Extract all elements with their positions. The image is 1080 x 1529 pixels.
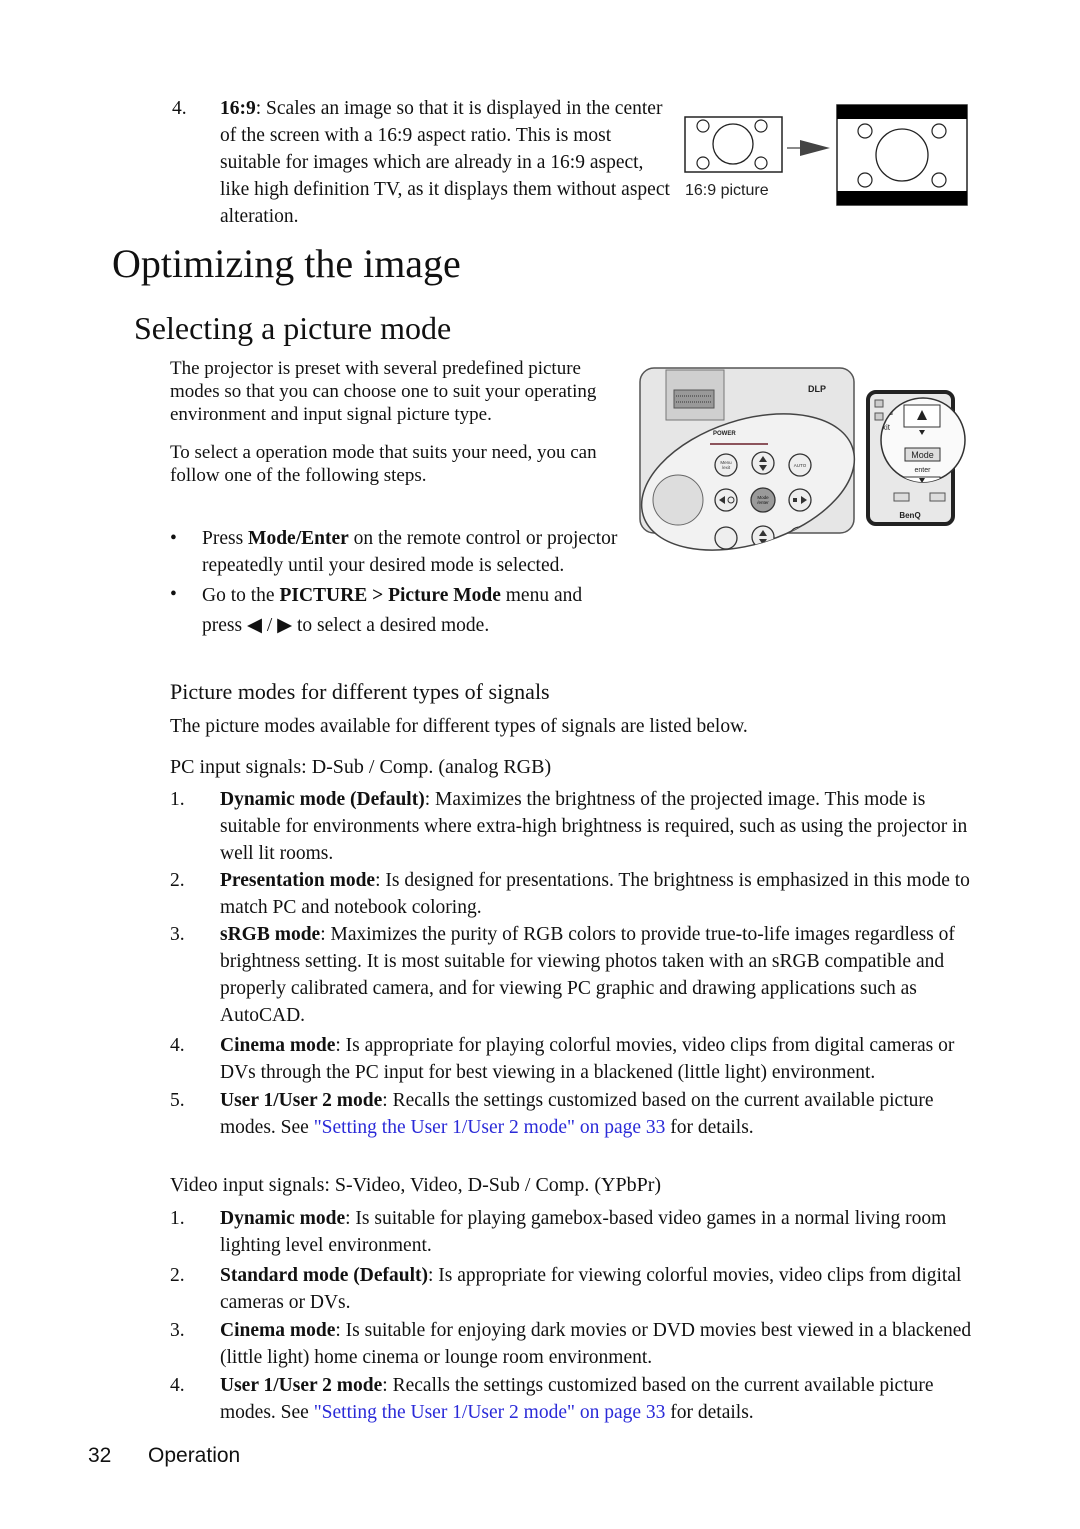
bullet-icon: • (170, 584, 177, 605)
right-button (788, 488, 812, 512)
projector-remote-illustration: DLP POWER Menu /exit AUTO Mode /enter SO… (638, 360, 983, 555)
section-heading: Selecting a picture mode (134, 310, 452, 346)
mode-name: Cinema mode (220, 1035, 336, 1056)
term-16-9: 16:9 (220, 98, 256, 119)
projector-illustration: DLP POWER Menu /exit AUTO Mode /enter SO… (639, 367, 966, 551)
video-signals-heading: Video input signals: S-Video, Video, D-S… (170, 1174, 662, 1196)
up-button (751, 451, 775, 475)
brand-logo: BenQ (899, 511, 920, 520)
list-item: 5. User 1/User 2 mode: Recalls the settin… (170, 1090, 934, 1138)
subsection-heading: Picture modes for different types of sig… (170, 679, 550, 704)
intro-text: The projector is preset with several pre… (170, 357, 610, 502)
list-item: 4. Cinema mode: Is appropriate for playin… (170, 1035, 955, 1083)
mode-name: Presentation mode (220, 870, 376, 891)
list-item: 1. Dynamic mode (Default): Maximizes the … (170, 789, 968, 864)
menu-path-label: PICTURE > Picture Mode (279, 585, 501, 606)
source-picture (684, 116, 783, 173)
svg-text:/exit: /exit (722, 465, 731, 470)
figure-caption: 16:9 picture (685, 182, 769, 199)
list-item: 4. User 1/User 2 mode: Recalls the settin… (170, 1375, 934, 1423)
svg-text:/enter: /enter (757, 500, 769, 505)
left-button (714, 488, 738, 512)
list-item: 2. Standard mode (Default): Is appropriat… (170, 1265, 962, 1313)
list-number: 4. (172, 98, 187, 119)
arrow-right-icon (787, 140, 830, 156)
figure-16-9-aspect: 16:9 picture (680, 100, 980, 215)
dlp-logo: DLP (808, 384, 826, 394)
page-title: Optimizing the image (112, 241, 461, 286)
bullet-item: • Go to the PICTURE > Picture Mode menu … (170, 581, 620, 641)
list-item: 3. sRGB mode: Maximizes the purity of RGB… (170, 924, 955, 1026)
item-description: : Scales an image so that it is displaye… (220, 98, 670, 227)
svg-text:AUTO: AUTO (794, 463, 807, 468)
video-modes-list: 1. Dynamic mode: Is suitable for playing … (170, 1205, 980, 1426)
bullet-item: • Press Mode/Enter on the remote control… (170, 525, 620, 579)
menu-exit-button: Menu /exit (714, 453, 738, 477)
page-number: 32 (88, 1444, 112, 1467)
bullet-icon: • (170, 528, 177, 549)
result-screen (836, 104, 968, 206)
mode-name: Dynamic mode (Default) (220, 789, 425, 810)
intro-paragraph-1: The projector is preset with several pre… (170, 358, 597, 425)
mode-name: sRGB mode (220, 924, 321, 945)
cross-reference-link[interactable]: "Setting the User 1/User 2 mode" on page… (314, 1117, 666, 1138)
auto-button: AUTO (788, 453, 812, 477)
chapter-name: Operation (148, 1444, 241, 1467)
svg-text:SOURCE: SOURCE (791, 536, 808, 541)
mode-enter-label: Mode/Enter (248, 528, 349, 549)
mode-name: Dynamic mode (220, 1208, 346, 1229)
list-item: 1. Dynamic mode: Is suitable for playing … (170, 1208, 947, 1256)
page-footer: 32 Operation (88, 1444, 240, 1468)
power-label: POWER (713, 431, 736, 437)
pc-modes-list: 1. Dynamic mode (Default): Maximizes the … (170, 786, 980, 1141)
lead-paragraph: The picture modes available for differen… (170, 716, 748, 737)
intro-paragraph-2: To select a operation mode that suits yo… (170, 442, 597, 486)
list-item: 3. Cinema mode: Is suitable for enjoying … (170, 1320, 972, 1368)
mode-name: Standard mode (Default) (220, 1265, 428, 1286)
steps-bullet-list: • Press Mode/Enter on the remote control… (170, 525, 620, 641)
remote-control: Mode enter xit nu BenQ (866, 390, 966, 526)
mode-name: User 1/User 2 mode (220, 1375, 383, 1396)
remote-mode-label: Mode (911, 450, 934, 460)
mode-name: Cinema mode (220, 1320, 336, 1341)
aspect-list-item-16-9: 4. 16:9: Scales an image so that it is d… (172, 95, 672, 230)
mode-enter-button: Mode /enter (750, 487, 776, 513)
cross-reference-link[interactable]: "Setting the User 1/User 2 mode" on page… (314, 1402, 666, 1423)
pc-signals-heading: PC input signals: D-Sub / Comp. (analog … (170, 756, 552, 778)
remote-enter-label: enter (915, 467, 932, 474)
mode-name: User 1/User 2 mode (220, 1090, 383, 1111)
list-item: 2. Presentation mode: Is designed for pre… (170, 870, 970, 918)
